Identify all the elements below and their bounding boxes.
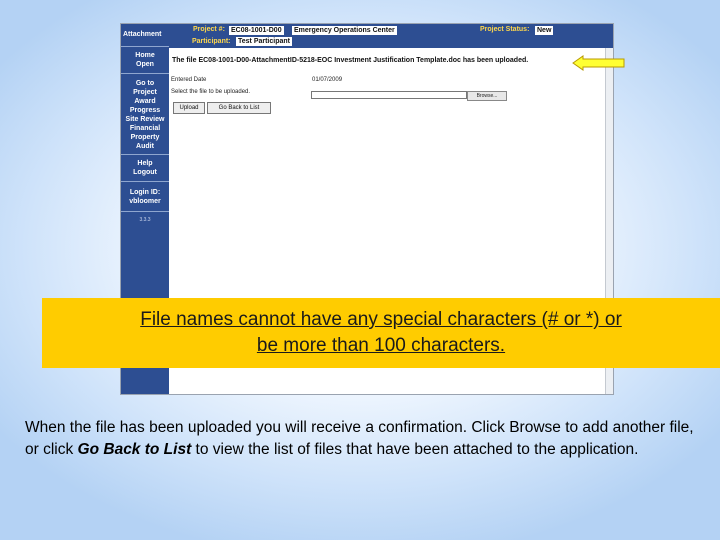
project-header: Project #: EC08-1001-D00 Emergency Opera… bbox=[169, 24, 613, 48]
project-number-value: EC08-1001-D00 bbox=[229, 26, 284, 35]
browse-button[interactable]: Browse... bbox=[467, 91, 507, 101]
sidebar-item-property[interactable]: Property bbox=[121, 133, 169, 142]
upload-confirmation-message: The file EC08-1001-D00-AttachmentID-5218… bbox=[172, 57, 529, 64]
login-id: vbloomer bbox=[129, 198, 161, 205]
sidebar-header: Attachment bbox=[121, 24, 169, 47]
callout-line-1: File names cannot have any special chara… bbox=[140, 309, 622, 330]
project-status-value: New bbox=[535, 26, 554, 35]
sidebar-item-logout[interactable]: Logout bbox=[121, 168, 169, 177]
sidebar-item-open[interactable]: Open bbox=[121, 60, 169, 69]
project-name-value: Emergency Operations Center bbox=[292, 26, 397, 35]
file-name-warning-callout: File names cannot have any special chara… bbox=[42, 298, 720, 368]
caption-text-2: to view the list of files that have been… bbox=[191, 441, 639, 458]
go-back-to-list-button[interactable]: Go Back to List bbox=[207, 102, 271, 114]
arrow-left-icon bbox=[572, 55, 625, 71]
sidebar-item-financial[interactable]: Financial bbox=[121, 124, 169, 133]
entered-date-label: Entered Date bbox=[171, 77, 207, 83]
project-number-label: Project #: bbox=[193, 26, 225, 33]
project-status-label: Project Status: bbox=[480, 26, 530, 33]
sidebar-item-project[interactable]: Project bbox=[121, 88, 169, 97]
version-text: 3.3.3 bbox=[139, 217, 151, 223]
file-path-input[interactable] bbox=[311, 91, 467, 99]
participant-label: Participant: bbox=[192, 38, 231, 45]
sidebar-item-help[interactable]: Help bbox=[121, 159, 169, 168]
sidebar-item-audit[interactable]: Audit bbox=[121, 142, 169, 151]
upload-button[interactable]: Upload bbox=[173, 102, 205, 114]
sidebar-item-site-review[interactable]: Site Review bbox=[121, 115, 169, 124]
sidebar-item-home[interactable]: Home bbox=[121, 51, 169, 60]
instruction-caption: When the file has been uploaded you will… bbox=[25, 417, 695, 461]
entered-date-value: 01/07/2009 bbox=[312, 77, 343, 83]
sidebar-item-goto[interactable]: Go to bbox=[121, 79, 169, 88]
participant-value: Test Participant bbox=[236, 37, 292, 46]
callout-line-2: be more than 100 characters. bbox=[256, 335, 506, 356]
sidebar-item-award[interactable]: Award bbox=[121, 97, 169, 106]
sidebar-item-progress[interactable]: Progress bbox=[121, 106, 169, 115]
select-file-label: Select the file to be uploaded. bbox=[171, 89, 251, 95]
caption-emphasis: Go Back to List bbox=[77, 441, 192, 458]
login-label: Login ID: bbox=[129, 189, 161, 196]
